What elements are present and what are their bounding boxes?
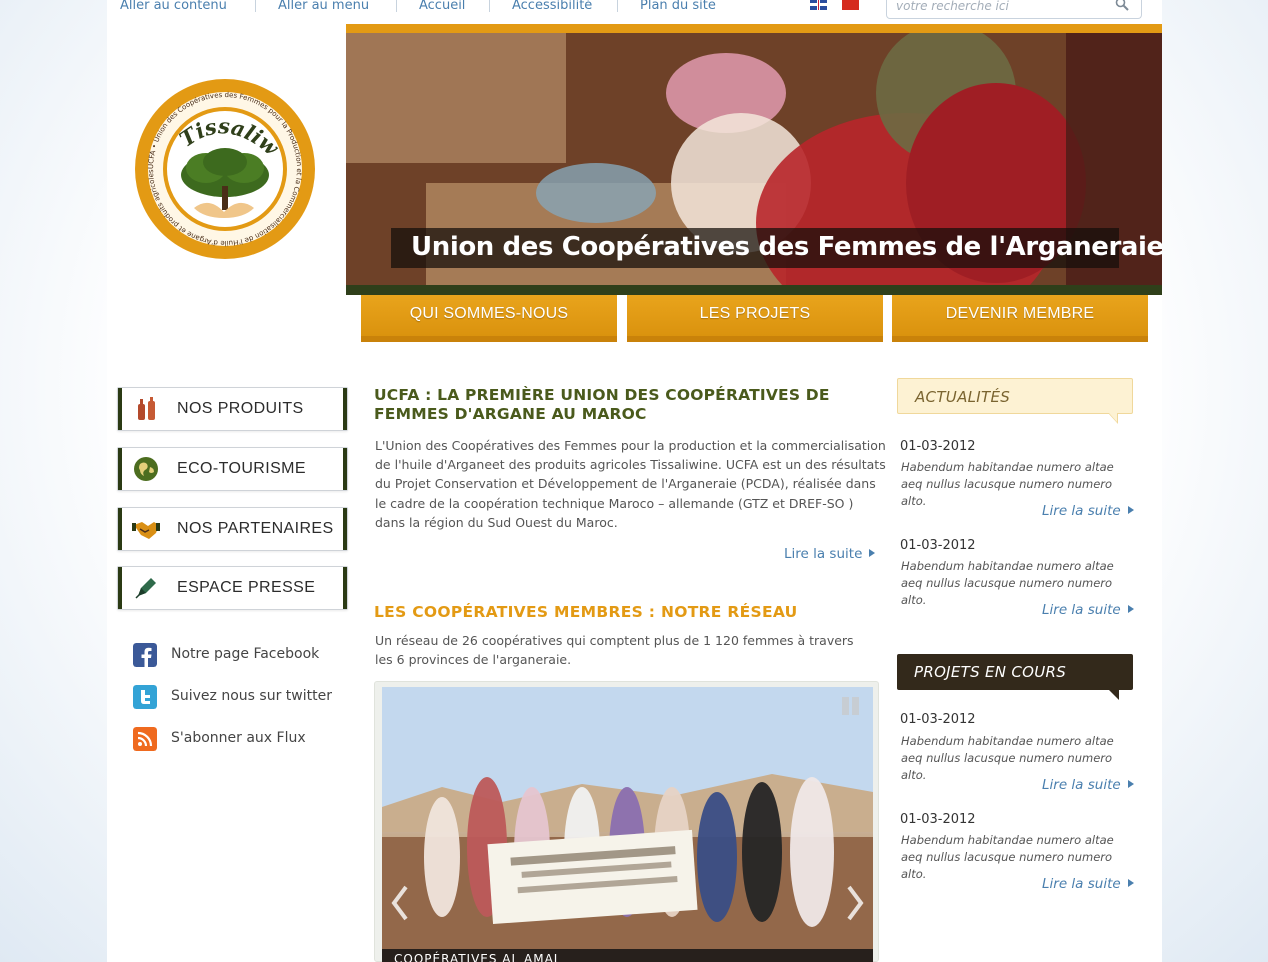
divider [489,0,490,12]
read-more-label: Lire la suite [784,546,863,562]
arrow-right-icon [1127,506,1134,514]
news-read-more-link[interactable]: Lire la suite [1042,503,1134,519]
tissaliwine-logo[interactable]: Tissaliwine UCFA • Union des Coopérative… [134,78,316,260]
sidebar-button-label: NOS PARTENAIRES [177,520,334,537]
cooperatives-slider: COOPÉRATIVES AL AMAL [374,681,879,962]
read-more-label: Lire la suite [1042,602,1121,618]
arrow-right-icon [1127,879,1134,887]
english-flag-icon[interactable] [810,0,827,10]
chinese-flag-icon[interactable] [842,0,859,10]
arrow-right-icon [869,549,876,557]
project-read-more-link[interactable]: Lire la suite [1042,876,1134,892]
tab-les-projets[interactable]: LES PROJETS [627,295,883,342]
arrow-right-icon [1127,605,1134,613]
sidebar-button-nos-partenaires[interactable]: NOS PARTENAIRES [117,507,348,551]
tab-devenir-membre[interactable]: DEVENIR MEMBRE [892,295,1148,342]
banner-bottom-stripe [346,285,1162,295]
slider-pause-button[interactable] [842,697,862,715]
rss-link-label: S'abonner aux Flux [171,730,306,746]
tab-qui-sommes-nous[interactable]: QUI SOMMES-NOUS [361,295,617,342]
sidebar-button-nos-produits[interactable]: NOS PRODUITS [117,387,348,431]
read-more-label: Lire la suite [1042,777,1121,793]
read-more-label: Lire la suite [1042,876,1121,892]
pen-icon [135,578,156,599]
banner-top-stripe [346,24,1162,33]
news-date: 01-03-2012 [900,439,976,454]
tab-label: QUI SOMMES-NOUS [409,305,569,322]
pause-icon [852,697,859,715]
article-title: UCFA : LA PREMIÈRE UNION DES COOPÉRATIVE… [374,386,830,423]
globe-icon [134,457,158,481]
news-header: ACTUALITÉS [897,378,1133,424]
divider [255,0,256,12]
slider-prev-arrow-icon[interactable] [390,885,410,921]
facebook-link-label: Notre page Facebook [171,646,320,662]
facebook-icon [133,643,157,667]
arrow-right-icon [1127,780,1134,788]
page: Aller au contenu Aller au menu Accueil A… [107,0,1162,962]
skip-to-menu-link[interactable]: Aller au menu [278,0,369,13]
sidebar-button-label: ECO-TOURISME [177,460,306,477]
search-box [886,0,1142,19]
sidebar-button-espace-presse[interactable]: ESPACE PRESSE [117,566,348,610]
speech-tail [1109,413,1117,422]
top-bar: Aller au contenu Aller au menu Accueil A… [107,0,1162,22]
divider [396,0,397,12]
news-header-title: ACTUALITÉS [915,388,1011,406]
twitter-link-label: Suivez nous sur twitter [171,688,332,704]
pause-icon [842,697,849,715]
article-body: L'Union des Coopératives des Femmes pour… [375,438,886,530]
speech-tail [1109,690,1119,700]
tab-shadow [892,336,1148,342]
rss-icon [133,727,157,751]
accessibility-link[interactable]: Accessibilité [512,0,592,13]
banner-title-box: Union des Coopératives des Femmes de l'A… [391,228,1162,268]
project-read-more-link[interactable]: Lire la suite [1042,777,1134,793]
search-icon[interactable] [1115,0,1129,11]
tab-shadow [627,336,883,342]
tab-label: DEVENIR MEMBRE [945,305,1095,322]
projects-header-title: PROJETS EN COURS [914,663,1067,681]
news-date: 01-03-2012 [900,538,976,553]
sitemap-link[interactable]: Plan du site [640,0,716,13]
news-read-more-link[interactable]: Lire la suite [1042,602,1134,618]
slider-caption: COOPÉRATIVES AL AMAL [382,949,873,962]
banner-image: Union des Coopératives des Femmes de l'A… [346,33,1162,285]
slide-photo [382,687,873,962]
handshake-icon [132,522,160,539]
slider-image: COOPÉRATIVES AL AMAL [382,687,873,962]
skip-to-content-link[interactable]: Aller au contenu [120,0,227,13]
tab-shadow [361,336,617,342]
sidebar-button-eco-tourisme[interactable]: ECO-TOURISME [117,447,348,491]
article-read-more-link[interactable]: Lire la suite [784,546,876,562]
home-link[interactable]: Accueil [419,0,465,13]
divider [617,0,618,12]
project-date: 01-03-2012 [900,812,976,827]
project-date: 01-03-2012 [900,712,976,727]
projects-header: PROJETS EN COURS [897,654,1133,700]
sidebar-button-label: NOS PRODUITS [177,400,304,417]
tab-label: LES PROJETS [699,305,811,322]
search-input[interactable] [896,0,1106,14]
twitter-icon [133,685,157,709]
slider-next-arrow-icon[interactable] [845,885,865,921]
read-more-label: Lire la suite [1042,503,1121,519]
network-body: Un réseau de 26 coopératives qui compten… [375,633,854,667]
network-title: LES COOPÉRATIVES MEMBRES : NOTRE RÉSEAU [374,603,798,621]
bottles-icon [138,397,155,420]
banner-title: Union des Coopératives des Femmes de l'A… [411,232,1162,262]
sidebar-button-label: ESPACE PRESSE [177,579,316,596]
